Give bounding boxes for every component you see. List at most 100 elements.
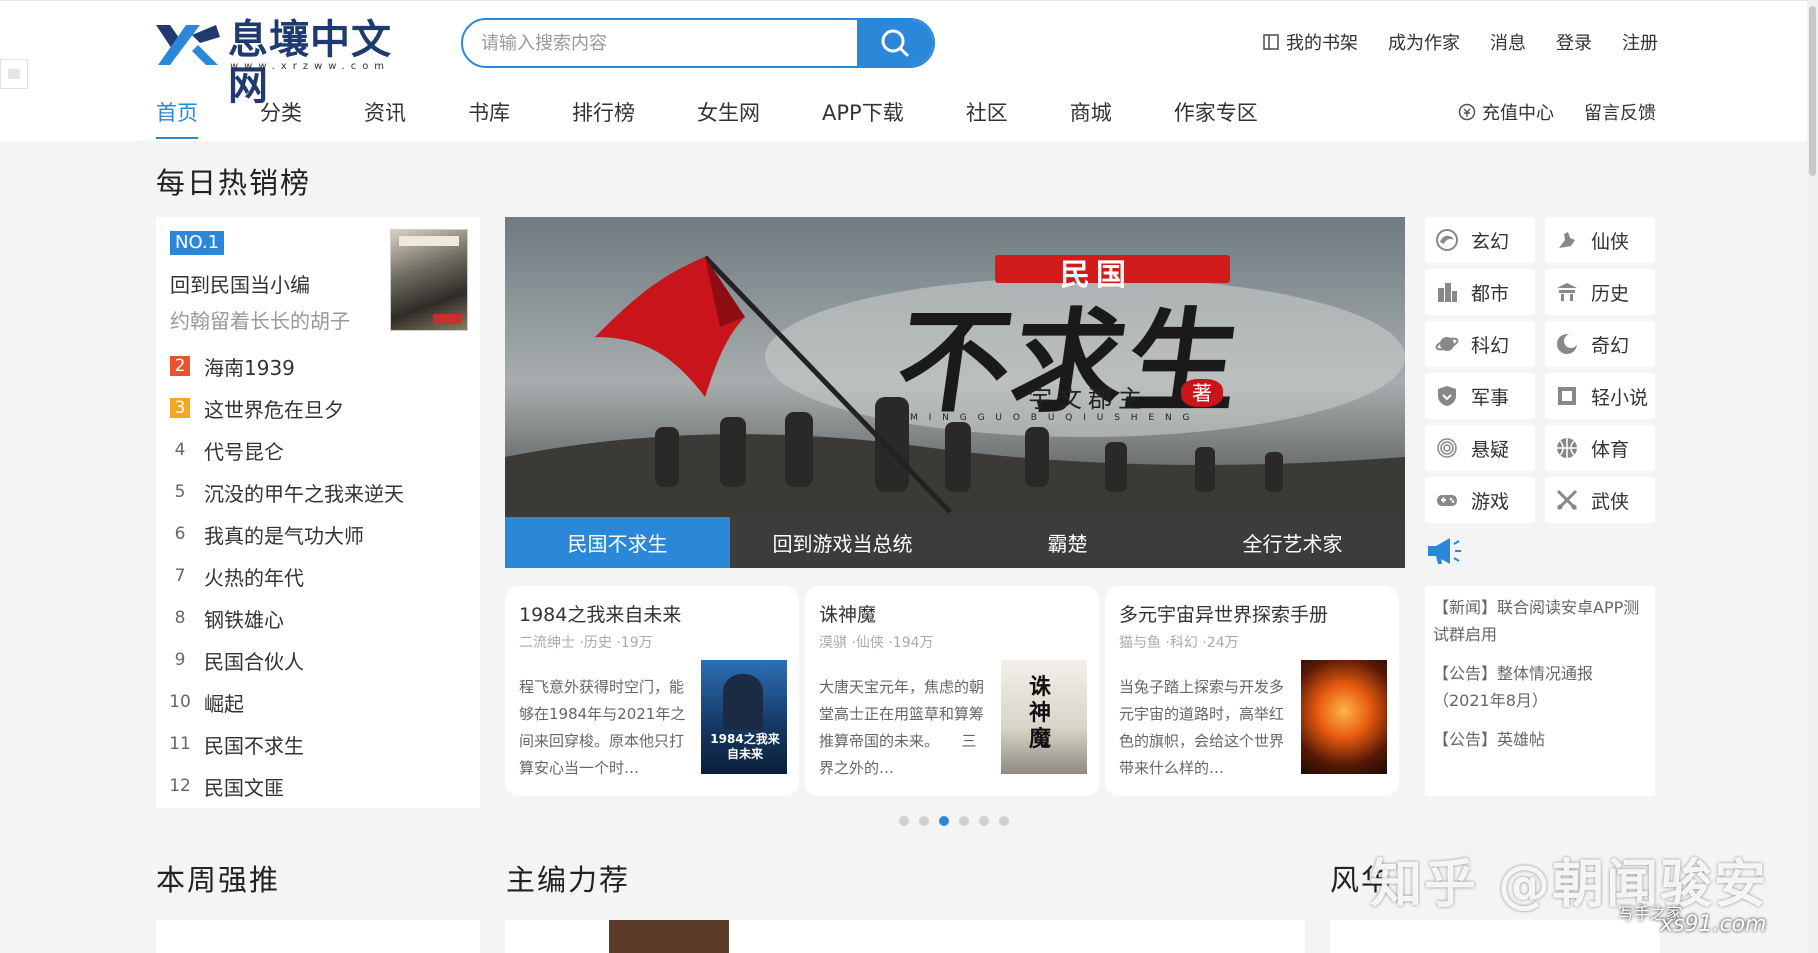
nav-category[interactable]: 分类 <box>260 97 302 127</box>
rank-title: 民国不求生 <box>204 733 304 758</box>
notice-text: 英雄帖 <box>1497 730 1546 749</box>
nav-store[interactable]: 商城 <box>1070 97 1112 127</box>
rank-item[interactable]: 8 钢铁雄心 <box>170 597 470 639</box>
logo-url: www.xrzww.com <box>230 61 391 72</box>
banner-tabs: 民国不求生 回到游戏当总统 霸楚 全行艺术家 <box>505 517 1405 568</box>
carousel-dot[interactable] <box>959 816 969 826</box>
feedback-link[interactable]: 留言反馈 <box>1584 99 1656 125</box>
category-tiyu[interactable]: 体育 <box>1545 425 1655 471</box>
rank-item[interactable]: 10 崛起 <box>169 681 470 723</box>
messages-link[interactable]: 消息 <box>1490 29 1526 55</box>
category-label: 历史 <box>1591 282 1630 305</box>
notice-tag: 【公告】 <box>1433 730 1498 749</box>
category-label: 军事 <box>1471 386 1510 409</box>
category-lishi[interactable]: 历史 <box>1545 269 1655 315</box>
rank-item[interactable]: 4 代号昆仑 <box>170 429 470 471</box>
search-icon <box>881 29 909 57</box>
no1-book-author[interactable]: 约翰留着长长的胡子 <box>170 305 350 334</box>
scrollbar-thumb[interactable] <box>1809 6 1816 176</box>
rank-item[interactable]: 9 民国合伙人 <box>170 639 470 681</box>
category-xuanhuan[interactable]: 玄幻 <box>1425 217 1535 263</box>
rank-title: 代号昆仑 <box>204 439 284 464</box>
gamepad-icon <box>1435 488 1459 512</box>
rank-title: 民国合伙人 <box>204 649 304 674</box>
nav-right-links: 充值中心 留言反馈 <box>1458 99 1656 125</box>
banner-tab[interactable]: 民国不求生 <box>505 517 730 568</box>
category-label: 奇幻 <box>1591 334 1630 357</box>
recharge-link[interactable]: 充值中心 <box>1458 99 1554 125</box>
register-link[interactable]: 注册 <box>1622 29 1658 55</box>
category-xianxia[interactable]: 仙侠 <box>1545 217 1655 263</box>
daily-rank-panel: NO.1 回到民国当小编 约翰留着长长的胡子 2 海南1939 3 这世界危在旦夕 … <box>156 217 480 808</box>
category-label: 体育 <box>1591 438 1630 461</box>
bookshelf-link[interactable]: 我的书架 <box>1262 29 1358 55</box>
category-qingxiaoshuo[interactable]: 轻小说 <box>1545 373 1655 419</box>
notice-item[interactable]: 【新闻】联合阅读安卓APP测试群启用 <box>1433 594 1647 648</box>
editor-book-cover <box>609 920 729 953</box>
carousel-dots <box>899 816 1009 826</box>
rank-item[interactable]: 5 沉没的甲午之我来逆天 <box>170 471 470 513</box>
rank-item[interactable]: 11 民国不求生 <box>169 723 470 765</box>
category-qihuan[interactable]: 奇幻 <box>1545 321 1655 367</box>
category-grid: 玄幻 仙侠 都市 历史 科幻 奇幻 军事 轻小说 悬疑 体育 游戏 武侠 <box>1425 217 1655 523</box>
notice-item[interactable]: 【公告】英雄帖 <box>1433 726 1647 753</box>
rank-item[interactable]: 6 我真的是气功大师 <box>170 513 470 555</box>
no1-book-cover[interactable] <box>390 229 468 331</box>
search-button[interactable] <box>857 20 933 66</box>
rank-item[interactable]: 7 火热的年代 <box>170 555 470 597</box>
carousel-dot[interactable] <box>979 816 989 826</box>
category-label: 玄幻 <box>1471 230 1510 253</box>
category-kehuan[interactable]: 科幻 <box>1425 321 1535 367</box>
category-xuanyi[interactable]: 悬疑 <box>1425 425 1535 471</box>
recharge-label: 充值中心 <box>1482 103 1554 124</box>
top-links: 我的书架 成为作家 消息 登录 注册 <box>1262 29 1658 55</box>
main-nav: 首页 分类 资讯 书库 排行榜 女生网 APP下载 社区 商城 作家专区 <box>156 97 1258 139</box>
category-junshi[interactable]: 军事 <box>1425 373 1535 419</box>
category-dushi[interactable]: 都市 <box>1425 269 1535 315</box>
book-cover: 诛神魔 <box>1001 660 1087 774</box>
page-scrollbar[interactable] <box>1807 0 1818 953</box>
category-youxi[interactable]: 游戏 <box>1425 477 1535 523</box>
site-watermark-url: xs91.com <box>1660 912 1767 937</box>
banner-tab[interactable]: 回到游戏当总统 <box>730 517 955 568</box>
carousel-dot[interactable] <box>899 816 909 826</box>
nav-home[interactable]: 首页 <box>156 97 198 139</box>
book-title: 1984之我来自未来 <box>519 604 682 626</box>
hero-banner[interactable]: 民国 不求生 宇文郡主 著 M I N G G U O B U Q I U S … <box>505 217 1405 568</box>
no1-book-title[interactable]: 回到民国当小编 <box>170 269 310 298</box>
book-card[interactable]: 多元宇宙异世界探索手册 猫与鱼 ·科幻 ·24万 当兔子踏上探索与开发多元宇宙的… <box>1105 586 1399 796</box>
carousel-dot[interactable] <box>919 816 929 826</box>
carousel-dot[interactable] <box>999 816 1009 826</box>
nav-news[interactable]: 资讯 <box>364 97 406 127</box>
editor-recommend-title: 主编力荐 <box>506 863 631 897</box>
book-card[interactable]: 诛神魔 漠骐 ·仙侠 ·194万 大唐天宝元年，焦虑的朝堂高士正在用篮草和算筹推… <box>805 586 1099 796</box>
book-card[interactable]: 1984之我来自未来 二流绅士 ·历史 ·19万 程飞意外获得时空门，能够在19… <box>505 586 799 796</box>
login-link[interactable]: 登录 <box>1556 29 1592 55</box>
side-float-tab[interactable] <box>0 59 28 89</box>
nav-ranking[interactable]: 排行榜 <box>572 97 635 127</box>
category-wuxia[interactable]: 武侠 <box>1545 477 1655 523</box>
rank-item[interactable]: 3 这世界危在旦夕 <box>170 387 470 429</box>
book-description: 当兔子踏上探索与开发多元宇宙的道路时，高举红色的旗帜，会给这个世界带来什么样的… <box>1119 678 1285 777</box>
site-logo[interactable]: 息壤中文网 www.xrzww.com <box>156 17 416 109</box>
rank-number: 9 <box>174 650 186 670</box>
notice-tag: 【新闻】 <box>1433 598 1498 617</box>
nav-library[interactable]: 书库 <box>468 97 510 127</box>
notice-item[interactable]: 【公告】整体情况通报（2021年8月） <box>1433 660 1647 714</box>
nav-author-zone[interactable]: 作家专区 <box>1174 97 1258 127</box>
banner-tab[interactable]: 霸楚 <box>955 517 1180 568</box>
rank-item[interactable]: 2 海南1939 <box>170 345 470 387</box>
nav-app-download[interactable]: APP下载 <box>822 97 904 127</box>
nav-community[interactable]: 社区 <box>966 97 1008 127</box>
search-input[interactable] <box>481 20 861 66</box>
rank-title: 火热的年代 <box>204 565 304 590</box>
become-author-link[interactable]: 成为作家 <box>1388 29 1460 55</box>
swirl-icon <box>1435 228 1459 252</box>
carousel-dot-active[interactable] <box>939 816 949 826</box>
rank-item[interactable]: 12 民国文匪 <box>169 765 470 807</box>
rank-title: 我真的是气功大师 <box>204 523 364 548</box>
banner-tab[interactable]: 全行艺术家 <box>1180 517 1405 568</box>
nav-female[interactable]: 女生网 <box>697 97 760 127</box>
bookshelf-label: 我的书架 <box>1286 33 1358 54</box>
book-meta: 漠骐 ·仙侠 ·194万 <box>819 635 934 651</box>
